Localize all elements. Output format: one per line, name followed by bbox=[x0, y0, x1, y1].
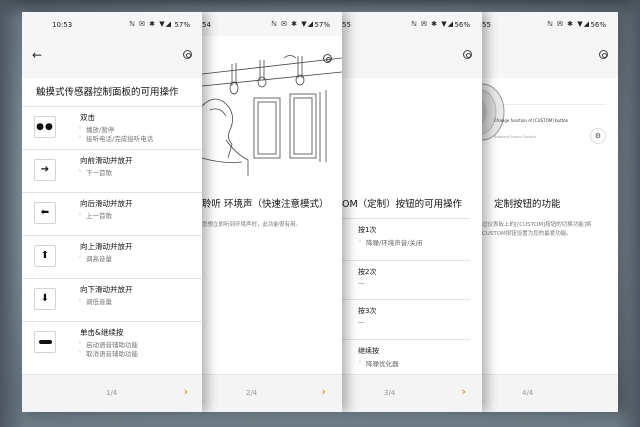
swipe-forward-icon: ➔ bbox=[34, 159, 56, 181]
section-heading: 定制按钮的功能 bbox=[494, 199, 561, 210]
section-heading: 聆听 环境声（快速注意模式） bbox=[202, 199, 329, 210]
gesture-row-swipe-up: ⬆ 向上滑动并放开 调高音量 bbox=[22, 235, 202, 275]
section-body: CUSTOM按钮设置为您的最爱功能。 bbox=[482, 231, 572, 237]
next-page-button[interactable]: › bbox=[183, 385, 188, 398]
status-time: 54 bbox=[202, 21, 211, 29]
card-title: Change function of [CUSTOM] button bbox=[494, 118, 569, 123]
page-indicator: 1/4 bbox=[106, 389, 118, 397]
battery-level: 57% bbox=[314, 21, 330, 29]
button-row: 按3次 — bbox=[342, 299, 470, 341]
press-action: — bbox=[358, 318, 365, 326]
gesture-row-swipe-forward: ➔ 向前滑动并放开 下一首歌 bbox=[22, 149, 202, 189]
next-page-button[interactable]: › bbox=[461, 385, 466, 398]
status-time: 55 bbox=[342, 21, 351, 29]
top-bar: ← bbox=[22, 36, 202, 78]
section-body: 过仪表板上的[[CUSTOM]按钮的切换功能]将 bbox=[482, 222, 592, 228]
button-row: 按2次 — bbox=[342, 260, 470, 302]
press-action: 降噪/环境声音/关闭 bbox=[358, 237, 422, 247]
settings-icon[interactable] bbox=[463, 50, 472, 59]
pager-footer: 2/4 › bbox=[202, 374, 342, 412]
back-arrow-icon[interactable]: ← bbox=[32, 48, 42, 62]
pager-footer: 4/4 bbox=[482, 374, 618, 412]
swipe-down-icon: ⬇ bbox=[34, 288, 56, 310]
status-bar: 10:53 ℕ ✉ ✱ ▼◢ 57% bbox=[22, 12, 202, 36]
battery-level: 56% bbox=[590, 21, 606, 29]
settings-icon[interactable] bbox=[183, 50, 192, 59]
press-action: — bbox=[358, 279, 365, 287]
gesture-name: 单击&继续按 bbox=[80, 328, 124, 337]
gesture-name: 向前滑动并放开 bbox=[80, 156, 133, 165]
status-bar: 55 ℕ ✉ ✱ ▼◢ 56% bbox=[342, 12, 482, 36]
status-time: 55 bbox=[482, 21, 491, 29]
press-label: 继续按 bbox=[358, 347, 379, 355]
page-indicator: 2/4 bbox=[246, 389, 258, 397]
section-body: 您想立即听到环境声时，此功能很有用。 bbox=[202, 222, 302, 228]
phone-screen-2: 54 ℕ ✉ ✱ ▼◢ 57% 聆听 环境声（快速注意模式） 您想立即听到环境声 bbox=[202, 12, 342, 412]
battery-level: 56% bbox=[454, 21, 470, 29]
gesture-name: 双击 bbox=[80, 113, 95, 122]
page-indicator: 3/4 bbox=[384, 389, 396, 397]
gesture-desc: 接听电话/完成接听电话 bbox=[78, 133, 153, 143]
phone-screen-3: 55 ℕ ✉ ✱ ▼◢ 56% OM（定制）按钮的可用操作 按1次 降噪/环境声… bbox=[342, 12, 482, 412]
press-label: 按3次 bbox=[358, 307, 377, 315]
button-row: 按1次 降噪/环境声音/关闭 bbox=[342, 218, 470, 260]
swipe-back-icon: ⬅ bbox=[34, 202, 56, 224]
hold-icon bbox=[34, 331, 56, 353]
status-time: 10:53 bbox=[52, 21, 73, 29]
status-bar: 54 ℕ ✉ ✱ ▼◢ 57% bbox=[202, 12, 342, 36]
gesture-row-swipe-back: ⬅ 向后滑动并放开 上一首歌 bbox=[22, 192, 202, 232]
battery-level: 57% bbox=[174, 21, 190, 29]
gesture-desc: 下一首歌 bbox=[78, 167, 112, 177]
gesture-desc: 调低音量 bbox=[78, 296, 112, 306]
next-page-button[interactable]: › bbox=[321, 385, 326, 398]
press-label: 按2次 bbox=[358, 268, 377, 276]
status-icons: ℕ ✉ ✱ ▼◢ bbox=[547, 20, 590, 28]
gesture-row-swipe-down: ⬇ 向下滑动并放开 调低音量 bbox=[22, 278, 202, 318]
gear-icon[interactable]: ⚙ bbox=[590, 128, 606, 144]
gesture-row-double-tap: ●● 双击 播放/暂停 接听电话/完成接听电话 bbox=[22, 106, 202, 146]
gesture-row-hold: 单击&继续按 启动语音辅助功能 取消语音辅助功能 bbox=[22, 321, 202, 361]
gesture-desc: 调高音量 bbox=[78, 253, 112, 263]
gesture-name: 向上滑动并放开 bbox=[80, 242, 133, 251]
status-icons: ℕ ✉ ✱ ▼◢ bbox=[129, 20, 172, 28]
phone-screen-1: 10:53 ℕ ✉ ✱ ▼◢ 57% ← 触摸式传感器控制面板的可用操作 ●● … bbox=[22, 12, 202, 412]
pager-footer: 3/4 › bbox=[342, 374, 482, 412]
swipe-up-icon: ⬆ bbox=[34, 245, 56, 267]
status-icons: ℕ ✉ ✱ ▼◢ bbox=[411, 20, 454, 28]
phone-screen-4: 55 ℕ ✉ ✱ ▼◢ 56% Change function of [CUST… bbox=[482, 12, 618, 412]
gesture-name: 向后滑动并放开 bbox=[80, 199, 133, 208]
section-heading: OM（定制）按钮的可用操作 bbox=[342, 199, 463, 210]
double-tap-icon: ●● bbox=[34, 116, 56, 138]
press-label: 按1次 bbox=[358, 226, 377, 234]
press-action: 降噪优化器 bbox=[358, 358, 398, 368]
gesture-desc: 取消语音辅助功能 bbox=[78, 348, 138, 358]
top-bar bbox=[342, 36, 482, 78]
top-bar bbox=[482, 36, 618, 78]
status-icons: ℕ ✉ ✱ ▼◢ bbox=[271, 20, 314, 28]
background-right bbox=[616, 0, 640, 427]
status-bar: 55 ℕ ✉ ✱ ▼◢ 56% bbox=[482, 12, 618, 36]
background-left bbox=[0, 0, 24, 427]
settings-icon[interactable] bbox=[599, 50, 608, 59]
pager-footer: 1/4 › bbox=[22, 374, 202, 412]
gesture-name: 向下滑动并放开 bbox=[80, 285, 133, 294]
card-option: Ambient Sound Control bbox=[494, 135, 536, 139]
gesture-desc: 上一首歌 bbox=[78, 210, 112, 220]
page-indicator: 4/4 bbox=[522, 389, 534, 397]
train-illustration bbox=[202, 55, 342, 176]
page-title: 触摸式传感器控制面板的可用操作 bbox=[36, 87, 179, 98]
